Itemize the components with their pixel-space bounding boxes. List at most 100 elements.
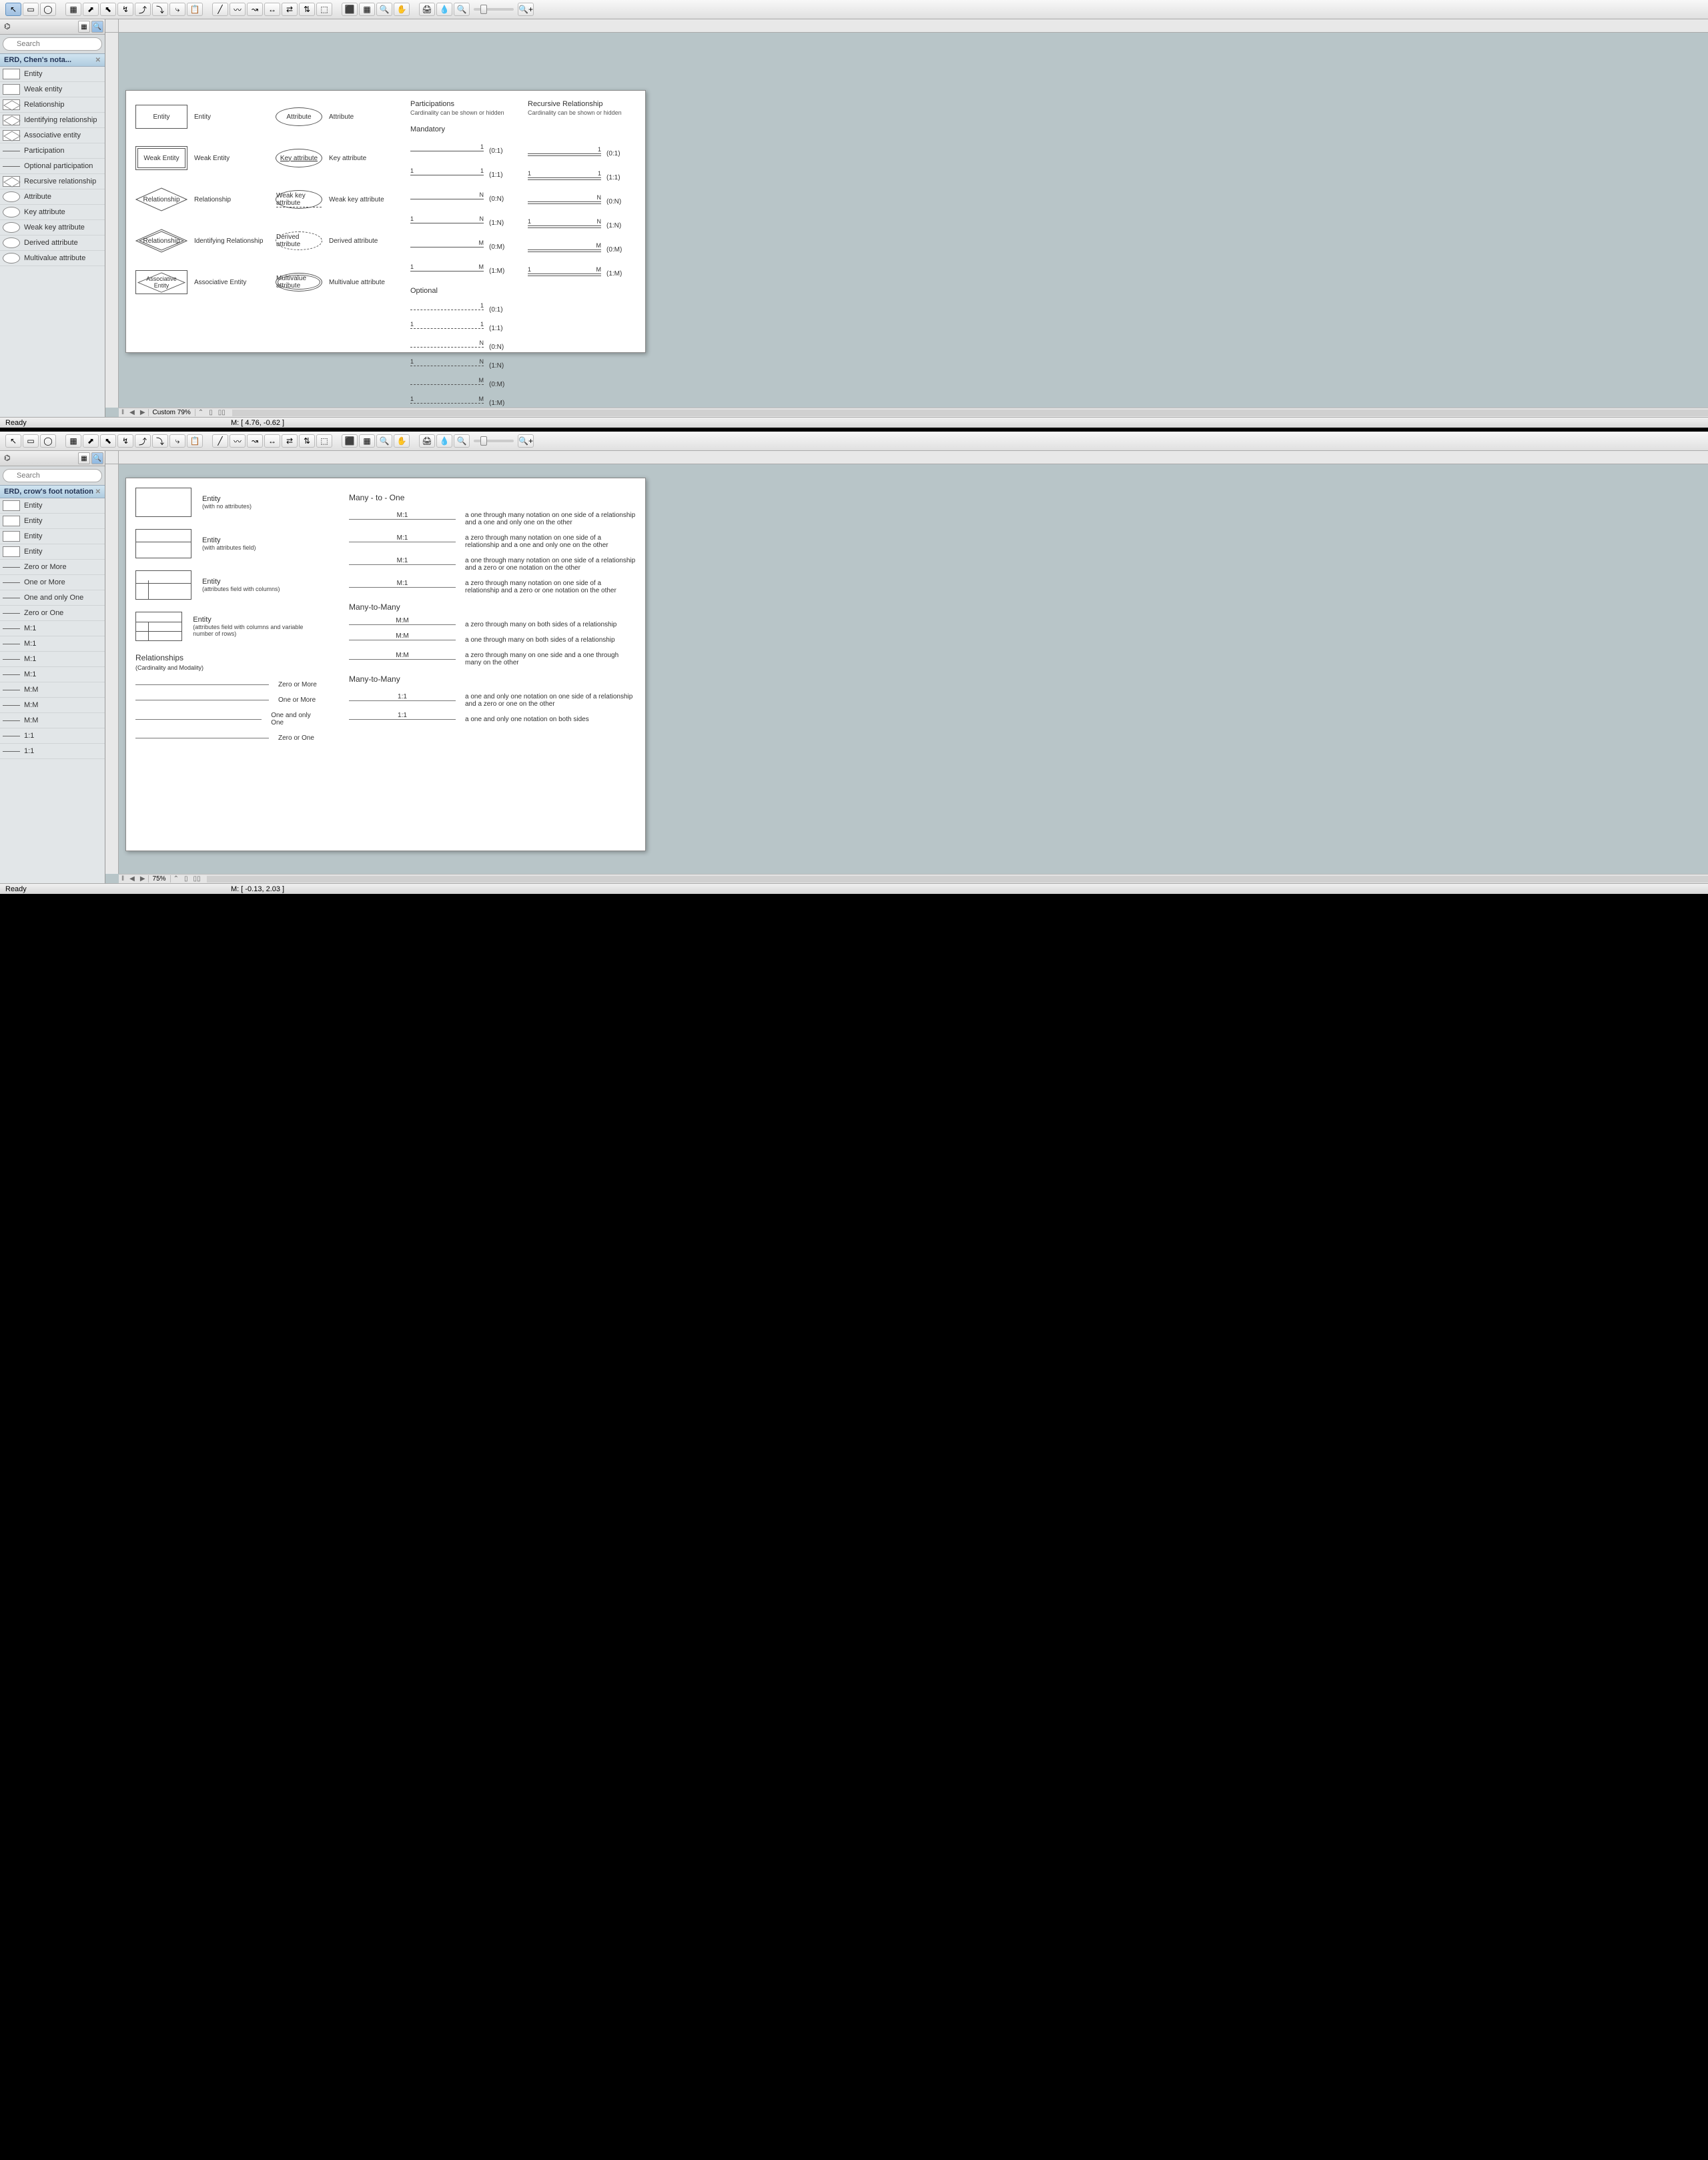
diagram-shape[interactable]: Weak key attribute [276, 190, 322, 209]
shape-item[interactable]: Recursive relationship [0, 174, 105, 189]
shape-item[interactable]: One and only One [0, 590, 105, 606]
connector-right-button[interactable]: ⬈ [83, 3, 99, 16]
shape-item[interactable]: Entity [0, 544, 105, 560]
shape-item[interactable]: Entity [0, 514, 105, 529]
hand-button[interactable]: ✋ [394, 434, 410, 448]
align-button[interactable]: ▦ [359, 3, 375, 16]
entity-shape[interactable] [135, 488, 191, 517]
line-button[interactable]: ╱ [212, 3, 228, 16]
curve-button[interactable]: 〰 [230, 3, 246, 16]
arrow-h-button[interactable]: ↔ [264, 434, 280, 448]
zoom-stepper[interactable]: ⌃ [171, 875, 181, 883]
zoom-in-button[interactable]: 🔍 [376, 3, 392, 16]
color-picker-button[interactable]: 💧 [436, 3, 452, 16]
connector-up-button[interactable]: ⬉ [100, 434, 116, 448]
relationship-line[interactable] [135, 719, 262, 720]
palette-header[interactable]: ERD, Chen's nota... ✕ [0, 53, 105, 67]
zoom-in-small-button[interactable]: 🔍+ [518, 434, 534, 448]
diagram-shape[interactable]: AssociativeEntity [135, 270, 187, 294]
diagram-shape[interactable]: Relationship [135, 187, 187, 211]
shape-item[interactable]: 1:1 [0, 728, 105, 744]
participation-line[interactable]: 1 [528, 153, 601, 154]
ungroup-button[interactable]: ⬛ [342, 434, 358, 448]
diagram-shape[interactable]: Derived attribute [276, 231, 322, 250]
entity-shape[interactable] [135, 529, 191, 558]
relationship-line[interactable]: M:1 [349, 564, 456, 565]
arrow-vh-button[interactable]: ⇅ [299, 3, 315, 16]
rect-button[interactable]: ▭ [23, 3, 39, 16]
diagram-shape[interactable]: Key attribute [276, 149, 322, 167]
shape-item[interactable]: Zero or One [0, 606, 105, 621]
align-button[interactable]: ▦ [359, 434, 375, 448]
print-button[interactable]: 🖨 [419, 3, 435, 16]
shape-item[interactable]: Associative entity [0, 128, 105, 143]
shape-item[interactable]: Relationship [0, 97, 105, 113]
zoom-slider[interactable] [474, 8, 514, 11]
table-button[interactable]: ▦ [65, 434, 81, 448]
color-picker-button[interactable]: 💧 [436, 434, 452, 448]
connector-branch-button[interactable]: ⤷ [169, 3, 185, 16]
double-arrow-button[interactable]: ⇄ [282, 3, 298, 16]
shape-item[interactable]: Zero or More [0, 560, 105, 575]
participation-line[interactable]: 11 [410, 328, 484, 329]
relationship-line[interactable]: M:1 [349, 587, 456, 588]
connector-up-button[interactable]: ⬉ [100, 3, 116, 16]
double-arrow-button[interactable]: ⇄ [282, 434, 298, 448]
curve-button[interactable]: 〰 [230, 434, 246, 448]
page-prev[interactable]: ◀ [127, 875, 137, 883]
view-split-1[interactable]: ▯ [181, 875, 191, 883]
participation-line[interactable]: 1M [410, 271, 484, 272]
hand-button[interactable]: ✋ [394, 3, 410, 16]
shape-item[interactable]: M:1 [0, 652, 105, 667]
shape-item[interactable]: M:1 [0, 667, 105, 682]
participation-line[interactable]: N [528, 201, 601, 202]
pointer-button[interactable]: ↖ [5, 3, 21, 16]
page-prev[interactable]: ◀ [127, 409, 137, 416]
print-button[interactable]: 🖨 [419, 434, 435, 448]
shape-item[interactable]: Multivalue attribute [0, 251, 105, 266]
shape-item[interactable]: Key attribute [0, 205, 105, 220]
shape-item[interactable]: Attribute [0, 189, 105, 205]
zoom-in-button[interactable]: 🔍 [376, 434, 392, 448]
zoom-display[interactable]: Custom 79% [148, 409, 195, 416]
shape-item[interactable]: Weak key attribute [0, 220, 105, 235]
shape-item[interactable]: Participation [0, 143, 105, 159]
paste-button[interactable]: 📋 [187, 434, 203, 448]
arrow-h-button[interactable]: ↔ [264, 3, 280, 16]
zoom-stepper[interactable]: ⌃ [195, 409, 206, 416]
page-next[interactable]: ▶ [137, 875, 148, 883]
page-first[interactable]: ‖ [119, 409, 127, 416]
connector-cross-button[interactable]: ↯ [117, 3, 133, 16]
grid-view-tab[interactable]: ▦ [78, 21, 90, 33]
relationship-line[interactable]: M:1 [349, 519, 456, 520]
shape-item[interactable]: Weak entity [0, 82, 105, 97]
zoom-slider[interactable] [474, 440, 514, 442]
shape-item[interactable]: Entity [0, 67, 105, 82]
arrow-vh-button[interactable]: ⇅ [299, 434, 315, 448]
shape-item[interactable]: M:M [0, 698, 105, 713]
search-input[interactable] [3, 469, 102, 482]
participation-line[interactable]: 1M [410, 403, 484, 404]
page-first[interactable]: ‖ [119, 875, 127, 883]
connector-arc-button[interactable]: ⤵ [152, 3, 168, 16]
canvas[interactable]: EntityEntityWeak EntityWeak EntityRelati… [105, 19, 1708, 417]
participation-line[interactable]: N [410, 347, 484, 348]
view-split-2[interactable]: ▯▯ [216, 409, 228, 416]
canvas[interactable]: Entity(with no attributes)Entity(with at… [105, 451, 1708, 883]
page-next[interactable]: ▶ [137, 409, 148, 416]
polyline-button[interactable]: ↝ [247, 3, 263, 16]
zoom-in-small-button[interactable]: 🔍+ [518, 3, 534, 16]
tree-icon[interactable]: ⌬ [1, 452, 13, 464]
shape-item[interactable]: M:1 [0, 636, 105, 652]
connector-branch-button[interactable]: ⤷ [169, 434, 185, 448]
relationship-line[interactable]: M:M [349, 624, 456, 625]
entity-shape[interactable] [135, 612, 182, 641]
zoom-out-icon[interactable]: 🔍 [454, 3, 470, 16]
view-split-1[interactable]: ▯ [206, 409, 216, 416]
relationship-line[interactable]: M:M [349, 659, 456, 660]
hscroll-track[interactable] [207, 876, 1708, 883]
polyline-button[interactable]: ↝ [247, 434, 263, 448]
relationship-line[interactable]: 1:1 [349, 719, 456, 720]
shape-item[interactable]: Entity [0, 529, 105, 544]
diagram-shape[interactable]: Attribute [276, 107, 322, 126]
